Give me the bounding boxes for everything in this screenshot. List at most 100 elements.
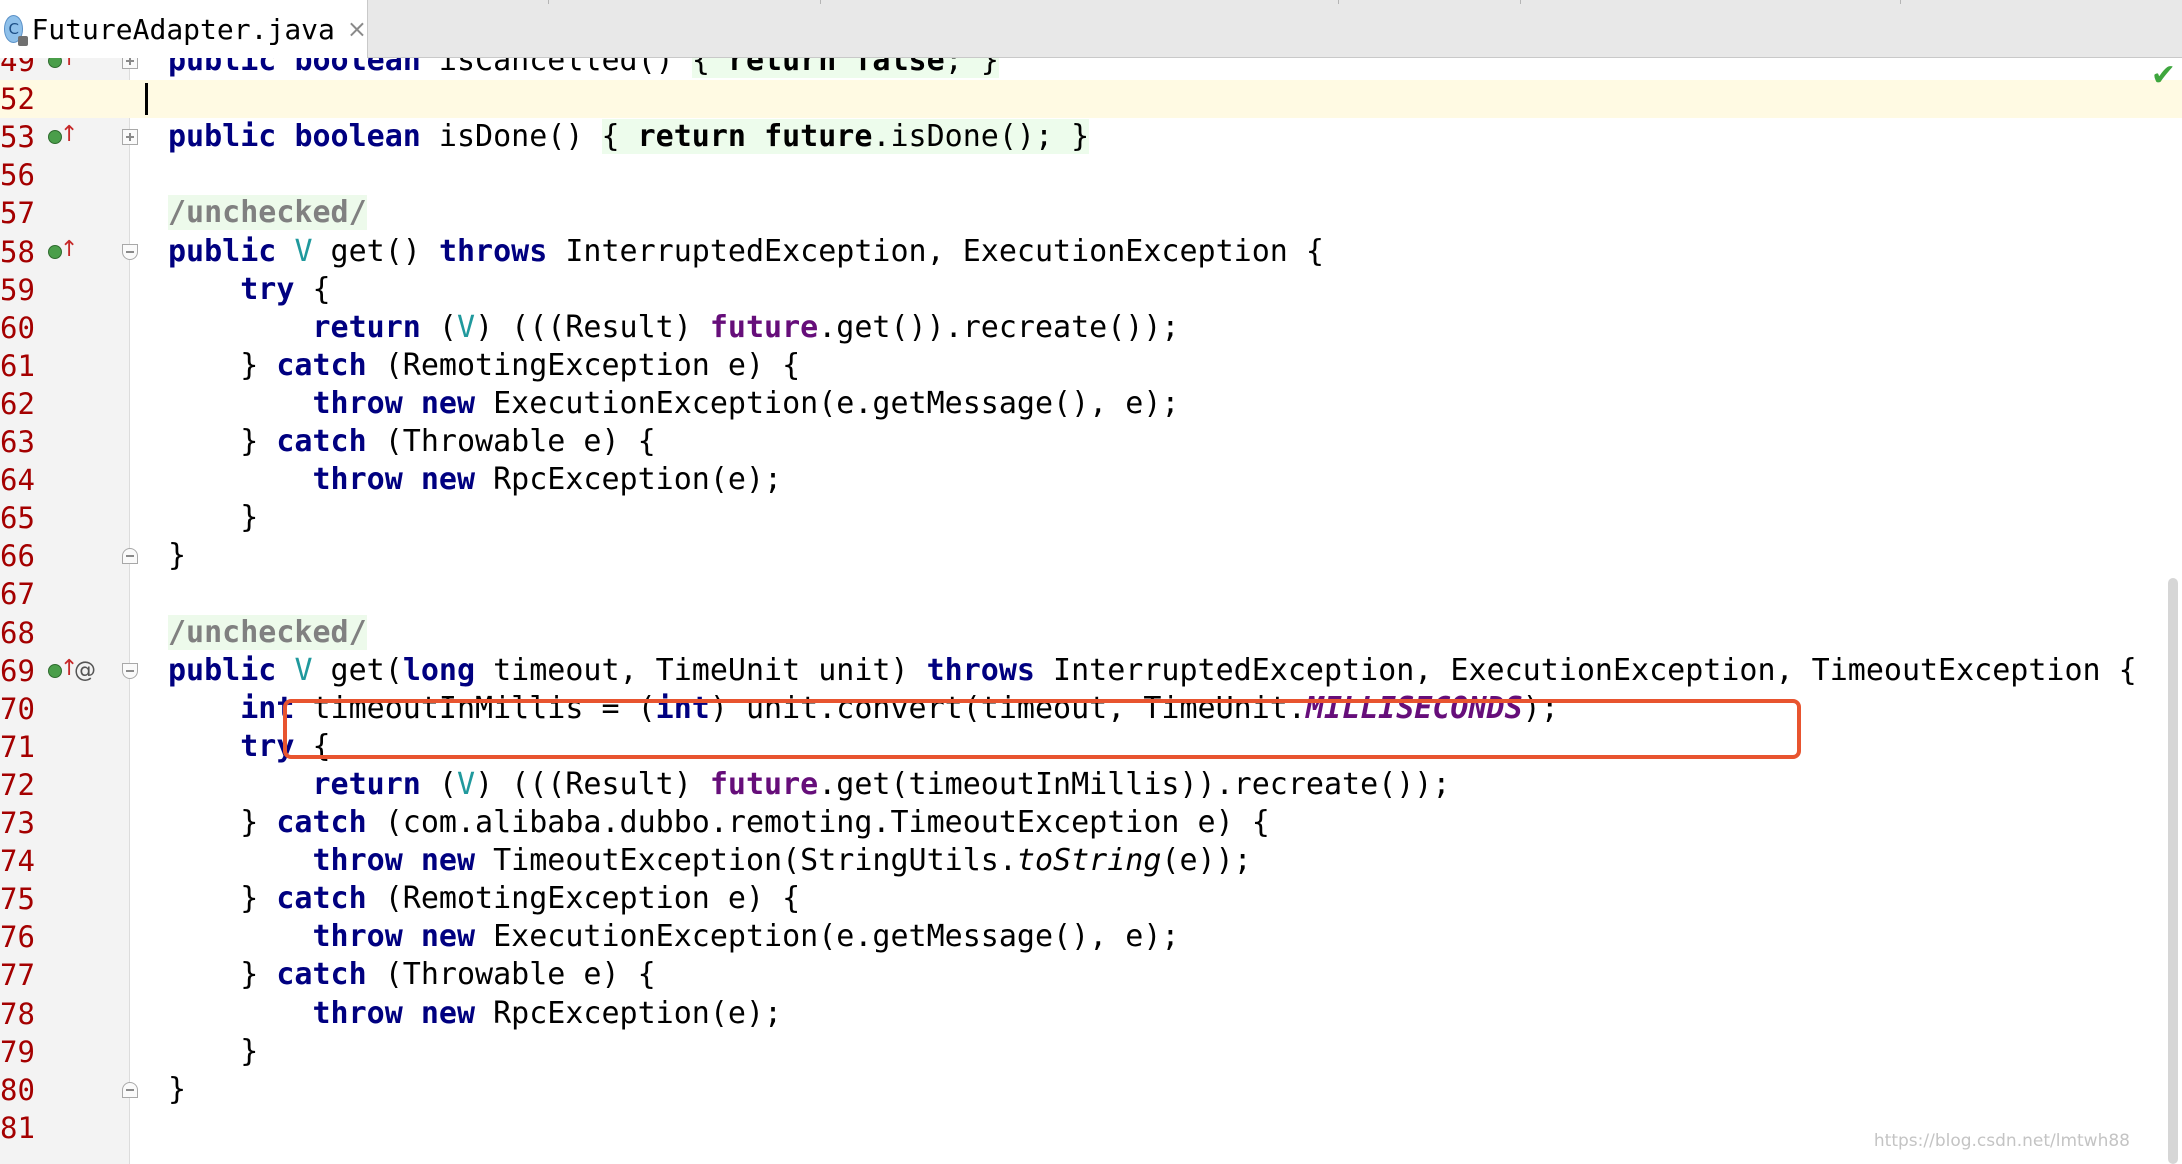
- line-number[interactable]: 58: [0, 233, 36, 271]
- line-number[interactable]: 74: [0, 842, 36, 880]
- line-number[interactable]: 77: [0, 956, 36, 994]
- code-text[interactable]: return (V) (((Result) future.get(timeout…: [168, 766, 1451, 804]
- code-line[interactable]: 74 throw new TimeoutException(StringUtil…: [0, 842, 2182, 880]
- implements-method-icon[interactable]: ↑: [48, 652, 78, 690]
- line-number[interactable]: 56: [0, 156, 36, 194]
- line-number[interactable]: 70: [0, 690, 36, 728]
- line-number[interactable]: 60: [0, 309, 36, 347]
- code-line[interactable]: 80}: [0, 1071, 2182, 1109]
- line-number[interactable]: 76: [0, 918, 36, 956]
- line-number[interactable]: 53: [0, 118, 36, 156]
- fold-end-icon[interactable]: [122, 1081, 138, 1098]
- code-text[interactable]: throw new RpcException(e);: [168, 461, 783, 499]
- annotation-icon[interactable]: @: [74, 652, 96, 690]
- implements-method-icon[interactable]: ↑: [48, 233, 78, 271]
- fold-end-icon[interactable]: [122, 548, 138, 565]
- line-number[interactable]: 64: [0, 461, 36, 499]
- fold-expand-icon[interactable]: [122, 58, 138, 69]
- code-text[interactable]: public boolean isCancelled() { return fa…: [168, 58, 999, 80]
- code-line[interactable]: 53 ↑ public boolean isDone() { return futu…: [0, 118, 2182, 156]
- implements-method-icon[interactable]: ↑: [48, 118, 78, 156]
- code-text[interactable]: public V get(long timeout, TimeUnit unit…: [168, 652, 2137, 690]
- code-line[interactable]: 76 throw new ExecutionException(e.getMes…: [0, 918, 2182, 956]
- line-number[interactable]: 71: [0, 728, 36, 766]
- code-text[interactable]: } catch (RemotingException e) {: [168, 347, 800, 385]
- vertical-scrollbar[interactable]: [2160, 58, 2182, 1164]
- code-line[interactable]: 72 return (V) (((Result) future.get(time…: [0, 766, 2182, 804]
- line-number[interactable]: 49: [0, 58, 36, 80]
- code-text[interactable]: return (V) (((Result) future.get()).recr…: [168, 309, 1180, 347]
- code-line[interactable]: 67: [0, 575, 2182, 613]
- line-number[interactable]: 52: [0, 80, 36, 118]
- code-line[interactable]: 79 }: [0, 1033, 2182, 1071]
- code-line[interactable]: 52: [0, 80, 2182, 119]
- code-line[interactable]: 56: [0, 156, 2182, 194]
- code-line[interactable]: 73 } catch (com.alibaba.dubbo.remoting.T…: [0, 804, 2182, 842]
- inspection-ok-icon[interactable]: ✔: [2151, 58, 2176, 93]
- code-line[interactable]: 68/unchecked/: [0, 614, 2182, 652]
- line-number[interactable]: 72: [0, 766, 36, 804]
- code-text[interactable]: throw new TimeoutException(StringUtils.t…: [168, 842, 1252, 880]
- line-number[interactable]: 69: [0, 652, 36, 690]
- code-text[interactable]: public boolean isDone() { return future.…: [168, 118, 1090, 156]
- implements-method-icon[interactable]: ↑: [48, 58, 78, 80]
- code-text[interactable]: throw new RpcException(e);: [168, 995, 783, 1033]
- code-text[interactable]: } catch (Throwable e) {: [168, 956, 655, 994]
- code-text[interactable]: }: [168, 1033, 258, 1071]
- code-line[interactable]: 58 ↑ public V get() throws InterruptedExce…: [0, 233, 2182, 271]
- code-line[interactable]: 57/unchecked/: [0, 194, 2182, 232]
- code-text[interactable]: /unchecked/: [168, 194, 367, 232]
- line-number[interactable]: 68: [0, 614, 36, 652]
- line-number[interactable]: 65: [0, 499, 36, 537]
- line-number[interactable]: 73: [0, 804, 36, 842]
- fold-collapse-icon[interactable]: [122, 662, 138, 679]
- code-line[interactable]: 62 throw new ExecutionException(e.getMes…: [0, 385, 2182, 423]
- code-line[interactable]: 60 return (V) (((Result) future.get()).r…: [0, 309, 2182, 347]
- code-text[interactable]: }: [168, 1071, 186, 1109]
- code-line[interactable]: 61 } catch (RemotingException e) {: [0, 347, 2182, 385]
- fold-collapse-icon[interactable]: [122, 243, 138, 260]
- scrollbar-thumb[interactable]: [2168, 578, 2178, 1164]
- close-icon[interactable]: ×: [347, 15, 367, 43]
- code-line[interactable]: 59 try {: [0, 271, 2182, 309]
- code-text[interactable]: /unchecked/: [168, 614, 367, 652]
- code-line[interactable]: 81: [0, 1109, 2182, 1147]
- code-line[interactable]: 63 } catch (Throwable e) {: [0, 423, 2182, 461]
- line-number[interactable]: 66: [0, 537, 36, 575]
- line-number[interactable]: 59: [0, 271, 36, 309]
- code-text[interactable]: throw new ExecutionException(e.getMessag…: [168, 918, 1180, 956]
- line-number[interactable]: 78: [0, 995, 36, 1033]
- line-number[interactable]: 63: [0, 423, 36, 461]
- line-number[interactable]: 61: [0, 347, 36, 385]
- line-number[interactable]: 79: [0, 1033, 36, 1071]
- code-text[interactable]: } catch (RemotingException e) {: [168, 880, 800, 918]
- code-text[interactable]: throw new ExecutionException(e.getMessag…: [168, 385, 1180, 423]
- code-text[interactable]: }: [168, 537, 186, 575]
- fold-expand-icon[interactable]: [122, 129, 138, 146]
- line-number[interactable]: 75: [0, 880, 36, 918]
- tab-futureadapter-java[interactable]: C FutureAdapter.java ×: [0, 0, 368, 58]
- line-number[interactable]: 62: [0, 385, 36, 423]
- code-line[interactable]: 66}: [0, 537, 2182, 575]
- code-line[interactable]: 78 throw new RpcException(e);: [0, 995, 2182, 1033]
- line-number[interactable]: 67: [0, 575, 36, 613]
- line-number[interactable]: 57: [0, 194, 36, 232]
- line-number[interactable]: 80: [0, 1071, 36, 1109]
- code-line[interactable]: 77 } catch (Throwable e) {: [0, 956, 2182, 994]
- code-line[interactable]: 69 ↑ @ public V get(long timeout, TimeUnit …: [0, 652, 2182, 690]
- code-line[interactable]: 49 ↑ public boolean isCancelled() { return…: [0, 58, 2182, 80]
- line-number[interactable]: 81: [0, 1109, 36, 1147]
- code-token: throw: [312, 995, 403, 1031]
- code-text[interactable]: try {: [168, 271, 330, 309]
- code-line[interactable]: 75 } catch (RemotingException e) {: [0, 880, 2182, 918]
- code-text[interactable]: } catch (Throwable e) {: [168, 423, 655, 461]
- code-line[interactable]: 65 }: [0, 499, 2182, 537]
- code-text[interactable]: }: [168, 499, 258, 537]
- code-editor[interactable]: 49 ↑ public boolean isCancelled() { return…: [0, 58, 2182, 1164]
- code-line[interactable]: 64 throw new RpcException(e);: [0, 461, 2182, 499]
- code-text[interactable]: } catch (com.alibaba.dubbo.remoting.Time…: [168, 804, 1270, 842]
- code-text[interactable]: public V get() throws InterruptedExcepti…: [168, 233, 1324, 271]
